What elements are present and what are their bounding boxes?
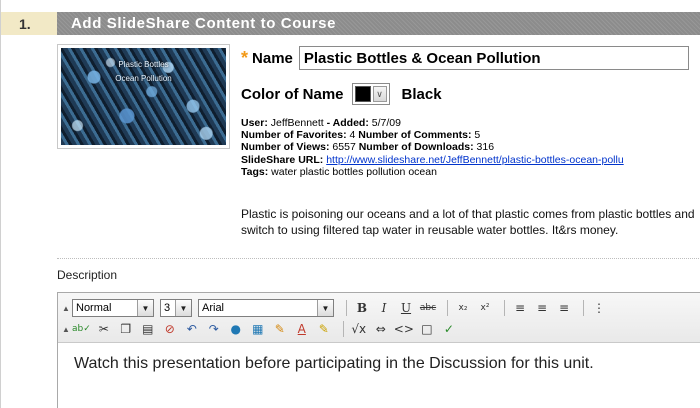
spellcheck-icon[interactable]: ab✓: [72, 320, 91, 338]
color-picker[interactable]: ∨: [351, 83, 390, 105]
editor-toolbar: ▲ Normal ▼ 3 ▼ Arial ▼ B I U abc x₂ x² ≡…: [58, 293, 700, 343]
font-size-select[interactable]: 3 ▼: [160, 299, 192, 317]
color-row: Color of Name ∨ Black: [241, 82, 442, 106]
required-star-icon: *: [241, 48, 249, 68]
remove-format-icon[interactable]: ⊘: [161, 320, 179, 338]
color-of-name-label: Color of Name: [241, 85, 344, 103]
tags-value: water plastic bottles pollution ocean: [271, 165, 437, 178]
meta-favorites-line: Number of Favorites: 4 Number of Comment…: [241, 129, 700, 141]
font-size-value: 3: [164, 302, 171, 314]
meta-user-line: User: JeffBennett - Added: 5/7/09: [241, 117, 700, 129]
strikethrough-icon[interactable]: abc: [419, 299, 437, 317]
toolbar-separator: [504, 300, 505, 316]
color-value: Black: [401, 85, 442, 103]
editor-content[interactable]: Watch this presentation before participa…: [58, 343, 700, 385]
added-value: 5/7/09: [371, 117, 401, 129]
highlight-icon[interactable]: ✎: [315, 320, 333, 338]
user-value: JeffBennett: [270, 117, 324, 129]
color-swatch[interactable]: [354, 86, 371, 102]
downloads-label: Number of Downloads:: [358, 141, 474, 154]
text-color-icon[interactable]: A: [293, 320, 311, 338]
preview-icon[interactable]: □: [418, 320, 436, 338]
numbered-list-icon[interactable]: ⋮: [590, 299, 608, 317]
pencil-icon[interactable]: ✎: [271, 320, 289, 338]
html-code-icon[interactable]: <>: [394, 320, 414, 338]
favorites-label: Number of Favorites:: [241, 129, 347, 142]
meta-url-line: SlideShare URL: http://www.slideshare.ne…: [241, 154, 700, 166]
downloads-value: 316: [476, 141, 495, 154]
name-row: * Name: [241, 46, 689, 70]
description-label: Description: [57, 268, 118, 282]
insert-table-icon[interactable]: ▦: [249, 320, 267, 338]
thumbnail-line-1: Plastic Bottles: [118, 60, 169, 69]
paragraph-style-select[interactable]: Normal ▼: [72, 299, 154, 317]
spellcheck-done-icon[interactable]: ✓: [440, 320, 458, 338]
name-input[interactable]: [298, 46, 689, 70]
views-label: Number of Views:: [241, 141, 330, 154]
paragraph-style-value: Normal: [76, 302, 112, 314]
align-left-icon[interactable]: ≡: [511, 299, 529, 317]
divider: [57, 258, 700, 259]
meta-views-line: Number of Views: 6557 Number of Download…: [241, 141, 700, 153]
step-header: 1. Add SlideShare Content to Course: [1, 12, 700, 35]
added-label: - Added:: [326, 117, 369, 129]
redo-icon[interactable]: ↷: [205, 320, 223, 338]
chevron-down-icon[interactable]: ▼: [137, 300, 153, 316]
toolbar-separator: [346, 300, 347, 316]
toolbar-row-1: ▲ Normal ▼ 3 ▼ Arial ▼ B I U abc x₂ x² ≡…: [62, 298, 612, 318]
step-title: Add SlideShare Content to Course: [71, 15, 337, 32]
collapse-toolbar-icon[interactable]: ▲: [62, 325, 72, 334]
chevron-down-icon[interactable]: ▼: [317, 300, 333, 316]
thumbnail-caption: Plastic Bottles Ocean Pollution: [61, 58, 226, 86]
toolbar-separator: [342, 321, 344, 337]
description-editor: ▲ Normal ▼ 3 ▼ Arial ▼ B I U abc x₂ x² ≡…: [57, 292, 700, 408]
paste-icon[interactable]: ▤: [139, 320, 157, 338]
favorites-value: 4: [349, 129, 356, 142]
font-family-value: Arial: [202, 302, 225, 314]
step-number: 1.: [1, 12, 57, 35]
slideshare-metadata: User: JeffBennett - Added: 5/7/09 Number…: [241, 117, 700, 178]
bold-icon[interactable]: B: [353, 299, 371, 317]
undo-icon[interactable]: ↶: [183, 320, 201, 338]
superscript-icon[interactable]: x²: [476, 299, 494, 317]
chevron-down-icon[interactable]: ▼: [175, 300, 191, 316]
views-value: 6557: [332, 141, 356, 154]
underline-icon[interactable]: U: [397, 299, 415, 317]
slideshare-url-link[interactable]: http://www.slideshare.net/JeffBennett/pl…: [326, 154, 623, 166]
toolbar-separator: [447, 300, 448, 316]
tags-label: Tags:: [241, 165, 269, 178]
insert-link-icon[interactable]: ●: [227, 320, 245, 338]
collapse-toolbar-icon[interactable]: ▲: [62, 304, 72, 313]
thumbnail-line-2: Ocean Pollution: [115, 74, 172, 83]
comments-value: 5: [474, 129, 481, 142]
subscript-icon[interactable]: x₂: [454, 299, 472, 317]
slideshare-summary: Plastic is poisoning our oceans and a lo…: [241, 207, 695, 237]
thumbnail-image: Plastic Bottles Ocean Pollution: [61, 48, 226, 145]
name-label: Name: [252, 49, 293, 67]
content-frame: 1. Add SlideShare Content to Course Plas…: [0, 0, 700, 408]
math-equation-icon[interactable]: √x: [350, 320, 368, 338]
align-right-icon[interactable]: ≡: [555, 299, 573, 317]
toolbar-row-2: ▲ ab✓ ✂ ❐ ▤ ⊘ ↶ ↷ ● ▦ ✎ A ✎ √x ⇔ <> □ ✓: [62, 319, 462, 339]
user-label: User:: [241, 117, 268, 129]
comments-label: Number of Comments:: [358, 129, 472, 142]
embed-icon[interactable]: ⇔: [372, 320, 390, 338]
cut-icon[interactable]: ✂: [95, 320, 113, 338]
color-dropdown-icon[interactable]: ∨: [372, 86, 387, 102]
slideshare-thumbnail[interactable]: Plastic Bottles Ocean Pollution: [57, 44, 230, 149]
copy-icon[interactable]: ❐: [117, 320, 135, 338]
url-label: SlideShare URL:: [241, 153, 324, 166]
font-family-select[interactable]: Arial ▼: [198, 299, 334, 317]
toolbar-separator: [583, 300, 584, 316]
italic-icon[interactable]: I: [375, 299, 393, 317]
meta-tags-line: Tags: water plastic bottles pollution oc…: [241, 166, 700, 178]
align-center-icon[interactable]: ≡: [533, 299, 551, 317]
